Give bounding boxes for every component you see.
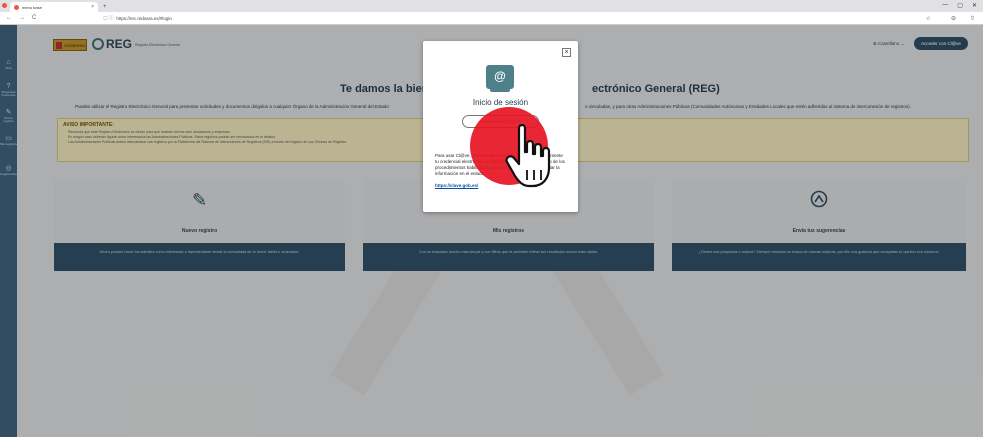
- extension-icon[interactable]: ⊖: [951, 15, 956, 22]
- close-icon[interactable]: ×: [562, 48, 571, 57]
- login-laptop-icon: @: [486, 65, 514, 92]
- forward-icon[interactable]: →: [19, 15, 25, 21]
- url-text[interactable]: https://rec.redsara.es/#login: [116, 16, 172, 21]
- reload-icon[interactable]: C: [32, 15, 36, 21]
- window-controls: — ▢ ✕: [942, 2, 977, 9]
- maximize-icon[interactable]: ▢: [957, 2, 963, 9]
- bookmark-star-icon[interactable]: ☆: [926, 15, 931, 22]
- back-icon[interactable]: ←: [6, 15, 12, 21]
- new-tab-button[interactable]: +: [103, 2, 107, 12]
- url-field[interactable]: ▢ ⓘ https://rec.redsara.es/#login: [103, 15, 172, 21]
- browser-tab[interactable]: menu base ×: [10, 2, 98, 12]
- modal-title: Inicio de sesión: [472, 98, 529, 107]
- close-window-icon[interactable]: ✕: [972, 2, 977, 9]
- address-bar: ← → C ▢ ⓘ https://rec.redsara.es/#login …: [0, 12, 983, 25]
- site-info-icon[interactable]: ▢ ⓘ: [103, 15, 113, 21]
- minimize-icon[interactable]: —: [942, 2, 948, 9]
- hand-cursor-icon: [505, 123, 551, 188]
- browser-app-icon: [2, 3, 7, 8]
- browser-toolbar-right: ⊖ ⇧: [951, 15, 975, 22]
- tab-favicon-icon: [14, 4, 19, 10]
- clave-link[interactable]: https://clave.gob.es/: [435, 183, 478, 188]
- tab-title: menu base: [22, 4, 42, 10]
- share-icon[interactable]: ⇧: [970, 15, 975, 22]
- browser-tab-bar: menu base × + — ▢ ✕: [0, 0, 983, 12]
- tab-close-icon[interactable]: ×: [91, 4, 94, 10]
